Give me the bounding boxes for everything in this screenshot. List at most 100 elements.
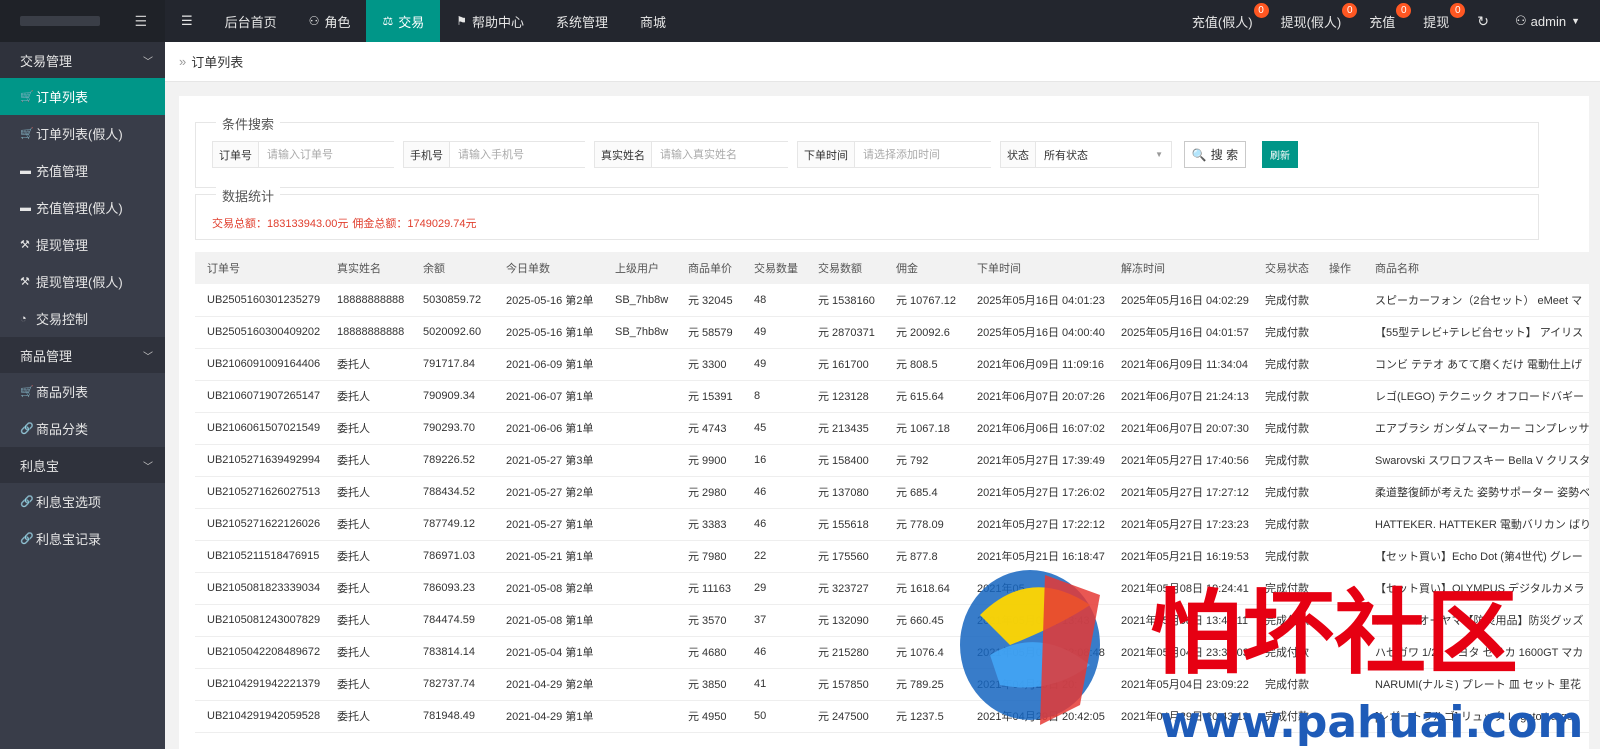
table-cell: 元 7980 bbox=[676, 540, 742, 573]
sidebar-item-withdraw-fake[interactable]: ⚒ 提现管理(假人) bbox=[0, 263, 165, 300]
sidebar-group-goods[interactable]: 商品管理 ﹀ bbox=[0, 337, 165, 373]
table-cell: 2021年06月07日 20:07:26 bbox=[965, 380, 1109, 413]
table-cell: 2021年05月27日 17:39:49 bbox=[965, 444, 1109, 477]
column-header: 解冻时间 bbox=[1109, 252, 1253, 284]
table-cell: 元 58579 bbox=[676, 316, 742, 349]
sidebar-item-recharge-fake[interactable]: ▬ 充值管理(假人) bbox=[0, 189, 165, 226]
table-cell: 784474.59 bbox=[411, 604, 494, 637]
status-select[interactable]: 所有状态 ▼ bbox=[1036, 142, 1171, 167]
table-cell: 元 32045 bbox=[676, 284, 742, 317]
table-cell: 元 175560 bbox=[806, 540, 884, 573]
real-name-input[interactable] bbox=[652, 142, 792, 167]
refresh-button[interactable]: 刷新 bbox=[1262, 141, 1298, 168]
table-cell: 完成付款 bbox=[1253, 668, 1317, 701]
table-cell: 46 bbox=[742, 636, 806, 669]
top-nav-toggle[interactable]: ☰ bbox=[165, 0, 209, 42]
search-button[interactable]: 🔍 搜 索 bbox=[1184, 141, 1246, 168]
table-cell bbox=[1317, 540, 1363, 573]
sidebar-item-orders[interactable]: 🛒 订单列表 bbox=[0, 78, 165, 115]
sidebar-item-orders-fake[interactable]: 🛒 订单列表(假人) bbox=[0, 115, 165, 152]
table-cell: 783814.14 bbox=[411, 636, 494, 669]
nav-trade[interactable]: ⚖ 交易 bbox=[366, 0, 441, 42]
table-cell: 2025年05月16日 04:02:29 bbox=[1109, 284, 1253, 317]
sidebar-item-trade-control[interactable]: ◔ 交易控制 bbox=[0, 300, 165, 337]
sidebar-item-recharge[interactable]: ▬ 充值管理 bbox=[0, 152, 165, 189]
nav-home[interactable]: 后台首页 bbox=[209, 0, 293, 42]
recharge-link[interactable]: 充值 0 bbox=[1355, 0, 1412, 42]
table-cell: 委托人 bbox=[325, 668, 411, 701]
table-cell: [レガートラルゴ] リュック Legato Largo bbox=[1363, 700, 1589, 733]
table-cell: 元 1076.4 bbox=[884, 636, 965, 669]
phone-input[interactable] bbox=[450, 142, 590, 167]
logo bbox=[20, 16, 100, 26]
table-cell: 元 808.5 bbox=[884, 348, 965, 381]
table-cell: 完成付款 bbox=[1253, 636, 1317, 669]
table-cell: 49 bbox=[742, 348, 806, 381]
table-cell: 2025年05月16日 04:01:57 bbox=[1109, 316, 1253, 349]
withdraw-link[interactable]: 提现 0 bbox=[1409, 0, 1466, 42]
table-cell: 元 161700 bbox=[806, 348, 884, 381]
table-cell: 元 615.64 bbox=[884, 380, 965, 413]
cart-icon: 🛒 bbox=[20, 386, 34, 398]
user-menu[interactable]: ⚇ admin ▼ bbox=[1503, 13, 1580, 29]
top-right: 充值(假人) 0 提现(假人) 0 充值 0 提现 0 ↻ ⚇ admin ▼ bbox=[1178, 0, 1600, 42]
search-icon: 🔍 bbox=[1191, 147, 1207, 162]
table-cell: 46 bbox=[742, 476, 806, 509]
table-cell: 【セット買い】Echo Dot (第4世代) グレー bbox=[1363, 540, 1589, 573]
sidebar-item-goods-list[interactable]: 🛒 商品列表 bbox=[0, 373, 165, 410]
table-cell: UB2505160301235279 bbox=[195, 284, 325, 317]
table-cell: 791717.84 bbox=[411, 348, 494, 381]
user-icon: ⚇ bbox=[1515, 13, 1527, 28]
table-cell: 789226.52 bbox=[411, 444, 494, 477]
table-cell: 【55型テレビ+テレビ台セット】 アイリス bbox=[1363, 316, 1589, 349]
sidebar-item-interest-options[interactable]: 🔗 利息宝选项 bbox=[0, 483, 165, 520]
total-trade: 交易总额：183133943.00元 bbox=[212, 218, 349, 230]
sidebar-item-goods-category[interactable]: 🔗 商品分类 bbox=[0, 410, 165, 447]
table-cell: 元 323727 bbox=[806, 572, 884, 605]
sidebar-group-interest[interactable]: 利息宝 ﹀ bbox=[0, 447, 165, 483]
table-cell: HATTEKER. HATTEKER 電動バリカン ばり bbox=[1363, 508, 1589, 541]
table-cell: 2021年05月27日 17:27:12 bbox=[1109, 476, 1253, 509]
nav-roles[interactable]: ⚇ 角色 bbox=[293, 0, 367, 42]
table-cell bbox=[1317, 636, 1363, 669]
table-cell: UB2104291942059528 bbox=[195, 700, 325, 733]
table-cell: 完成付款 bbox=[1253, 700, 1317, 733]
table-cell: 2021-04-29 第1单 bbox=[494, 700, 603, 733]
table-cell: 委托人 bbox=[325, 380, 411, 413]
caret-down-icon: ▼ bbox=[1155, 150, 1163, 159]
table-cell: 元 123128 bbox=[806, 380, 884, 413]
order-no-input[interactable] bbox=[259, 142, 399, 167]
table-cell: 2021-05-08 第2单 bbox=[494, 572, 603, 605]
table-cell: 787749.12 bbox=[411, 508, 494, 541]
table-cell: 元 3850 bbox=[676, 668, 742, 701]
content-panel: 条件搜索 订单号 手机号 真实姓名 下单时间 bbox=[179, 96, 1589, 749]
table-cell: 46 bbox=[742, 508, 806, 541]
table-cell: 2021年05月04日 23:09:22 bbox=[1109, 668, 1253, 701]
recharge-fake-link[interactable]: 充值(假人) 0 bbox=[1178, 0, 1269, 42]
table-cell: 786093.23 bbox=[411, 572, 494, 605]
status-group: 状态 所有状态 ▼ bbox=[1000, 141, 1172, 168]
table-cell: 2021-05-27 第3单 bbox=[494, 444, 603, 477]
count-badge: 0 bbox=[1450, 3, 1466, 18]
refresh-icon[interactable]: ↻ bbox=[1463, 13, 1503, 30]
withdraw-fake-link[interactable]: 提现(假人) 0 bbox=[1267, 0, 1358, 42]
sidebar-item-interest-records[interactable]: 🔗 利息宝记录 bbox=[0, 520, 165, 557]
phone-group: 手机号 bbox=[403, 141, 590, 168]
menu-icon[interactable]: ☰ bbox=[134, 13, 147, 30]
table-cell: 完成付款 bbox=[1253, 540, 1317, 573]
table-cell: 2021年04月29日 20:43:13 bbox=[1109, 700, 1253, 733]
table-cell bbox=[1317, 412, 1363, 445]
table-cell bbox=[603, 668, 676, 701]
nav-system[interactable]: 系统管理 bbox=[540, 0, 624, 42]
table-cell: 元 685.4 bbox=[884, 476, 965, 509]
nav-help[interactable]: ⚑ 帮助中心 bbox=[440, 0, 540, 42]
table-cell: エアブラシ ガンダムマーカー コンプレッサ bbox=[1363, 412, 1589, 445]
nav-mall[interactable]: 商城 bbox=[624, 0, 682, 42]
gauge-icon: ◔ bbox=[20, 312, 27, 325]
breadcrumb: » 订单列表 bbox=[165, 42, 1600, 82]
table-cell bbox=[603, 636, 676, 669]
order-time-input[interactable] bbox=[855, 142, 995, 167]
sidebar-group-trade[interactable]: 交易管理 ﹀ bbox=[0, 42, 165, 78]
total-commission: 佣金总额：1749029.74元 bbox=[352, 218, 477, 230]
sidebar-item-withdraw[interactable]: ⚒ 提现管理 bbox=[0, 226, 165, 263]
